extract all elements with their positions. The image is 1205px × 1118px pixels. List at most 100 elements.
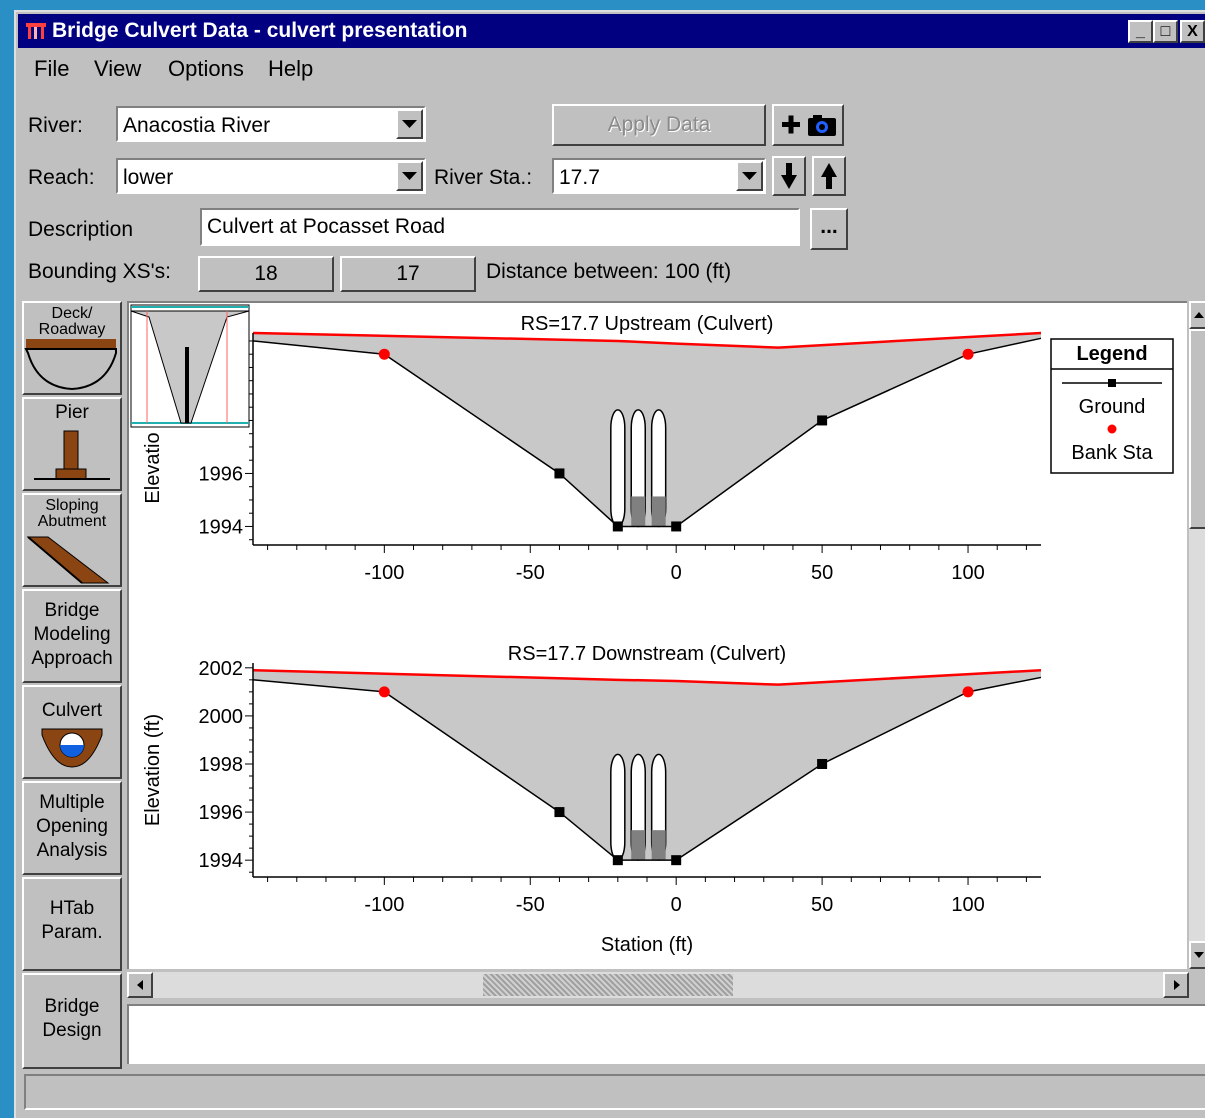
status-bar — [24, 1074, 1205, 1110]
description-ellipsis-button[interactable]: ... — [810, 208, 848, 250]
overview-culvert — [185, 347, 189, 423]
y-axis-label: Elevation (ft) — [142, 714, 164, 826]
river-dropdown-arrow[interactable] — [396, 109, 423, 139]
multiple-opening-analysis-label: Multiple Opening Analysis — [36, 792, 108, 861]
river-sta-value: 17.7 — [559, 166, 600, 189]
arrow-right-icon — [1174, 980, 1180, 990]
htab-param-label: HTab Param. — [41, 898, 103, 943]
y-tick-label: 1996 — [199, 463, 244, 485]
htab-param-button[interactable]: HTab Param. — [22, 877, 122, 971]
arrow-up-icon — [1194, 312, 1204, 318]
menu-file[interactable]: File — [34, 56, 69, 82]
multiple-opening-analysis-button[interactable]: Multiple Opening Analysis — [22, 781, 122, 875]
scroll-down-button[interactable] — [1189, 941, 1205, 969]
river-value: Anacostia River — [123, 114, 271, 137]
next-station-down-button[interactable] — [772, 156, 806, 196]
apply-data-button[interactable]: Apply Data — [552, 104, 766, 146]
y-tick-label: 1994 — [199, 516, 244, 538]
x-tick-label: 100 — [951, 894, 984, 916]
bank-station-point — [962, 686, 974, 698]
river-label: River: — [28, 114, 83, 137]
river-select[interactable]: Anacostia River — [116, 106, 426, 142]
y-tick-label: 1996 — [199, 802, 244, 824]
menu-help[interactable]: Help — [268, 56, 313, 82]
y-tick-label: 1994 — [199, 850, 244, 872]
scroll-up-button[interactable] — [1189, 301, 1205, 329]
ground-point — [612, 855, 623, 866]
bridge-modeling-approach-button[interactable]: Bridge Modeling Approach — [22, 589, 122, 683]
ground-point — [671, 521, 682, 532]
bounding-downstream-button[interactable]: 17 — [340, 256, 476, 292]
x-axis-label: Station (ft) — [601, 934, 693, 956]
culvert-label: Culvert — [41, 700, 103, 721]
ground-point — [817, 415, 828, 426]
reach-value: lower — [123, 166, 174, 189]
deck-roadway-icon — [24, 339, 117, 391]
ground-point — [671, 855, 682, 866]
deck-roadway-button[interactable]: Deck/ Roadway — [22, 301, 122, 395]
distance-between-text: Distance between: 100 (ft) — [486, 260, 732, 283]
sloping-abutment-label: Sloping Abutment — [37, 497, 107, 530]
ground-point — [612, 521, 623, 532]
vertical-scrollbar[interactable] — [1189, 301, 1205, 969]
next-station-up-button[interactable] — [812, 156, 846, 196]
legend-ground-label: Ground — [1079, 396, 1146, 418]
ground-point — [554, 468, 565, 479]
x-tick-label: 100 — [951, 562, 984, 584]
river-sta-label: River Sta.: — [434, 166, 533, 189]
pier-button[interactable]: Pier — [22, 397, 122, 491]
x-tick-label: -50 — [516, 894, 545, 916]
reach-select[interactable]: lower — [116, 158, 426, 194]
description-field[interactable]: Culvert at Pocasset Road — [200, 208, 800, 246]
scroll-right-button[interactable] — [1163, 972, 1189, 998]
bridge-design-button[interactable]: Bridge Design — [22, 973, 122, 1069]
culvert-button[interactable]: Culvert — [22, 685, 122, 779]
chevron-down-icon — [742, 172, 757, 180]
legend-bank-label: Bank Sta — [1071, 442, 1153, 464]
x-tick-label: 0 — [671, 562, 682, 584]
menu-view[interactable]: View — [94, 56, 141, 82]
bounding-upstream-button[interactable]: 18 — [198, 256, 334, 292]
cross-section-plots: -100 -50 0 50 100 1994 1996 1998 RS=17.7 Upstrea… — [130, 304, 1174, 956]
scroll-left-button[interactable] — [127, 972, 153, 998]
chevron-down-icon — [402, 120, 417, 128]
window-title: Bridge Culvert Data - culvert presentati… — [52, 19, 468, 42]
bank-station-point — [378, 348, 390, 360]
river-sta-select[interactable]: 17.7 — [552, 158, 766, 194]
description-label: Description — [28, 218, 134, 241]
vertical-scroll-thumb[interactable] — [1189, 329, 1205, 529]
plus-camera-icon — [782, 115, 836, 136]
ground-point — [554, 807, 565, 818]
arrow-down-icon — [781, 163, 797, 189]
culvert-icon — [41, 728, 103, 768]
close-button[interactable]: X — [1180, 20, 1205, 43]
culvert-lower-fill — [651, 830, 666, 861]
sloping-abutment-button[interactable]: Sloping Abutment — [22, 493, 122, 587]
bridge-culvert-window: Bridge Culvert Data - culvert presentati… — [14, 10, 1205, 1118]
overview-thumbnail — [130, 304, 250, 428]
add-picture-button[interactable] — [772, 104, 844, 146]
x-tick-label: -50 — [516, 562, 545, 584]
bank-station-point — [962, 348, 974, 360]
y-tick-label: 2000 — [199, 706, 244, 728]
x-tick-label: 50 — [811, 562, 833, 584]
pier-icon — [34, 430, 110, 480]
horizontal-scroll-thumb[interactable] — [483, 974, 733, 996]
minimize-button[interactable]: _ — [1128, 20, 1153, 43]
arrow-left-icon — [137, 980, 143, 990]
x-tick-label: 50 — [811, 894, 833, 916]
river-sta-dropdown-arrow[interactable] — [736, 161, 763, 191]
horizontal-scrollbar[interactable] — [127, 972, 1189, 998]
chevron-down-icon — [402, 172, 417, 180]
reach-dropdown-arrow[interactable] — [396, 161, 423, 191]
legend-ground-marker — [1108, 379, 1116, 387]
bank-station-point — [378, 686, 390, 698]
reach-label: Reach: — [28, 166, 95, 189]
maximize-button[interactable]: □ — [1153, 20, 1178, 43]
menu-options[interactable]: Options — [168, 56, 244, 82]
culvert-lower-fill — [651, 496, 666, 527]
bridge-modeling-approach-label: Bridge Modeling Approach — [31, 600, 113, 669]
title-bar[interactable]: Bridge Culvert Data - culvert presentati… — [18, 14, 1205, 48]
y-tick-label: 1998 — [199, 754, 244, 776]
arrow-up-icon — [821, 163, 837, 189]
